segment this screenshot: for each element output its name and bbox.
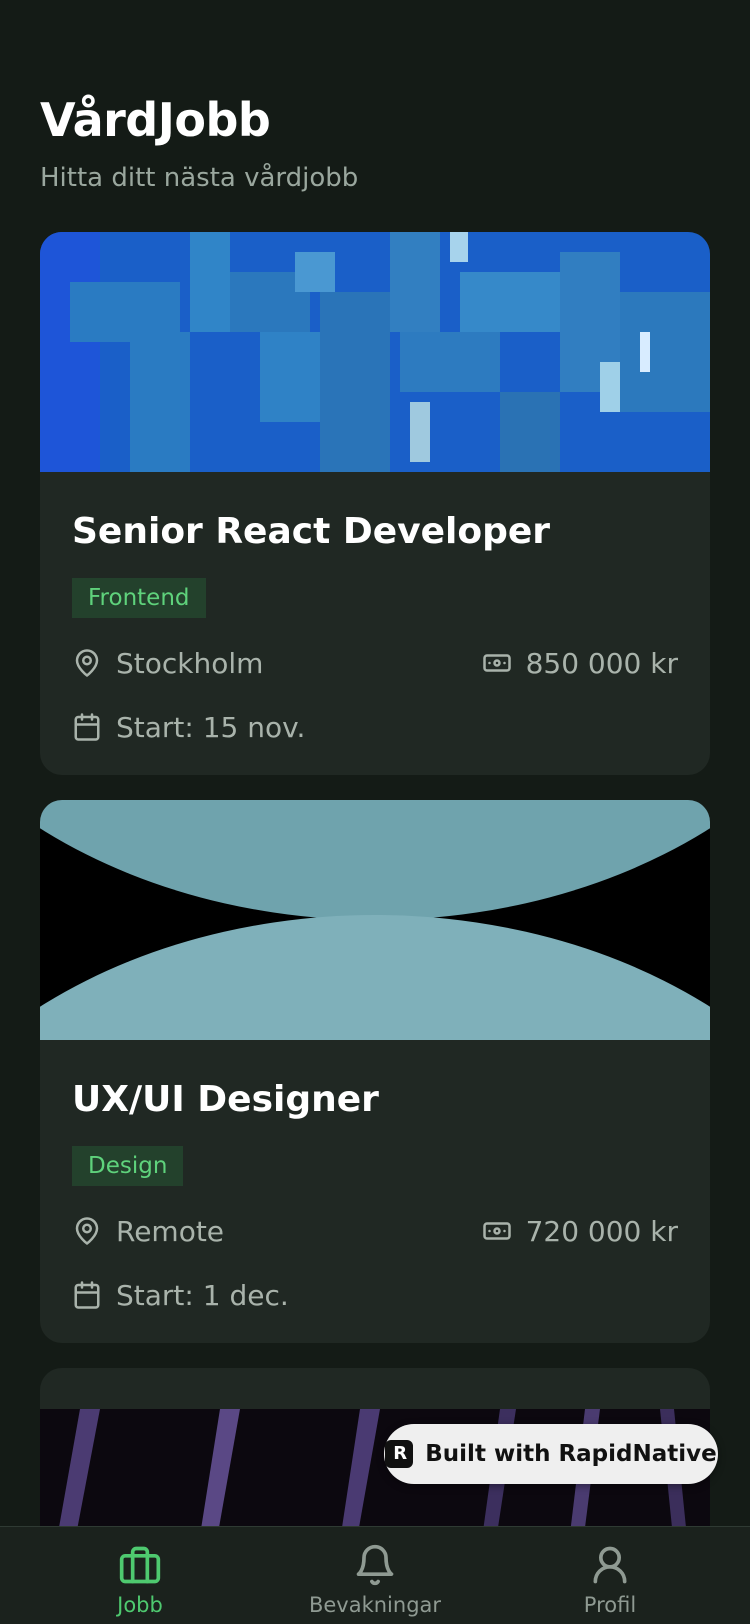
- job-title: UX/UI Designer: [72, 1079, 379, 1120]
- tab-label: Jobb: [117, 1593, 163, 1617]
- start-info: Start: 15 nov.: [72, 711, 305, 744]
- start-text: Start: 1 dec.: [116, 1278, 289, 1312]
- tab-label: Bevakningar: [308, 1593, 442, 1617]
- location-text: Stockholm: [116, 646, 264, 680]
- job-image: [40, 800, 710, 1040]
- briefcase-icon: [119, 1546, 161, 1584]
- job-card[interactable]: Senior React Developer Frontend Stockhol…: [40, 232, 710, 775]
- salary-info: 720 000 kr: [482, 1215, 678, 1248]
- banknote-icon: [482, 654, 511, 672]
- salary-text: 850 000 kr: [525, 646, 678, 680]
- banknote-icon: [482, 1222, 511, 1240]
- map-pin-icon: [75, 649, 99, 677]
- tab-bevakningar[interactable]: Bevakningar: [295, 1527, 455, 1624]
- calendar-icon: [74, 713, 100, 741]
- bottom-tab-bar: Jobb Bevakningar Profil: [0, 1526, 750, 1624]
- app-subtitle: Hitta ditt nästa vårdjobb: [40, 163, 359, 193]
- job-image: [40, 232, 710, 472]
- badge-label: Built with RapidNative: [425, 1441, 717, 1467]
- location-info: Remote: [72, 1215, 224, 1248]
- category-tag: Design: [72, 1146, 184, 1186]
- calendar-icon: [74, 1281, 100, 1309]
- app-title: VårdJobb: [40, 93, 271, 147]
- tab-label: Profil: [583, 1593, 637, 1617]
- map-pin-icon: [75, 1217, 99, 1245]
- salary-info: 850 000 kr: [482, 647, 678, 680]
- location-text: Remote: [116, 1214, 225, 1248]
- page-header: VårdJobb Hitta ditt nästa vårdjobb: [40, 88, 358, 196]
- user-icon: [593, 1546, 627, 1584]
- tab-jobb[interactable]: Jobb: [60, 1527, 220, 1624]
- category-tag: Frontend: [72, 578, 206, 618]
- built-with-badge[interactable]: R Built with RapidNative: [384, 1424, 718, 1484]
- salary-text: 720 000 kr: [525, 1214, 678, 1248]
- tab-profil[interactable]: Profil: [530, 1527, 690, 1624]
- start-text: Start: 15 nov.: [116, 710, 306, 744]
- bell-icon: [356, 1544, 394, 1586]
- rapidnative-logo-icon: R: [385, 1440, 414, 1468]
- location-info: Stockholm: [72, 647, 263, 680]
- start-info: Start: 1 dec.: [72, 1279, 289, 1312]
- job-title: Senior React Developer: [72, 511, 551, 552]
- job-card[interactable]: UX/UI Designer Design Remote 720 000 kr …: [40, 800, 710, 1343]
